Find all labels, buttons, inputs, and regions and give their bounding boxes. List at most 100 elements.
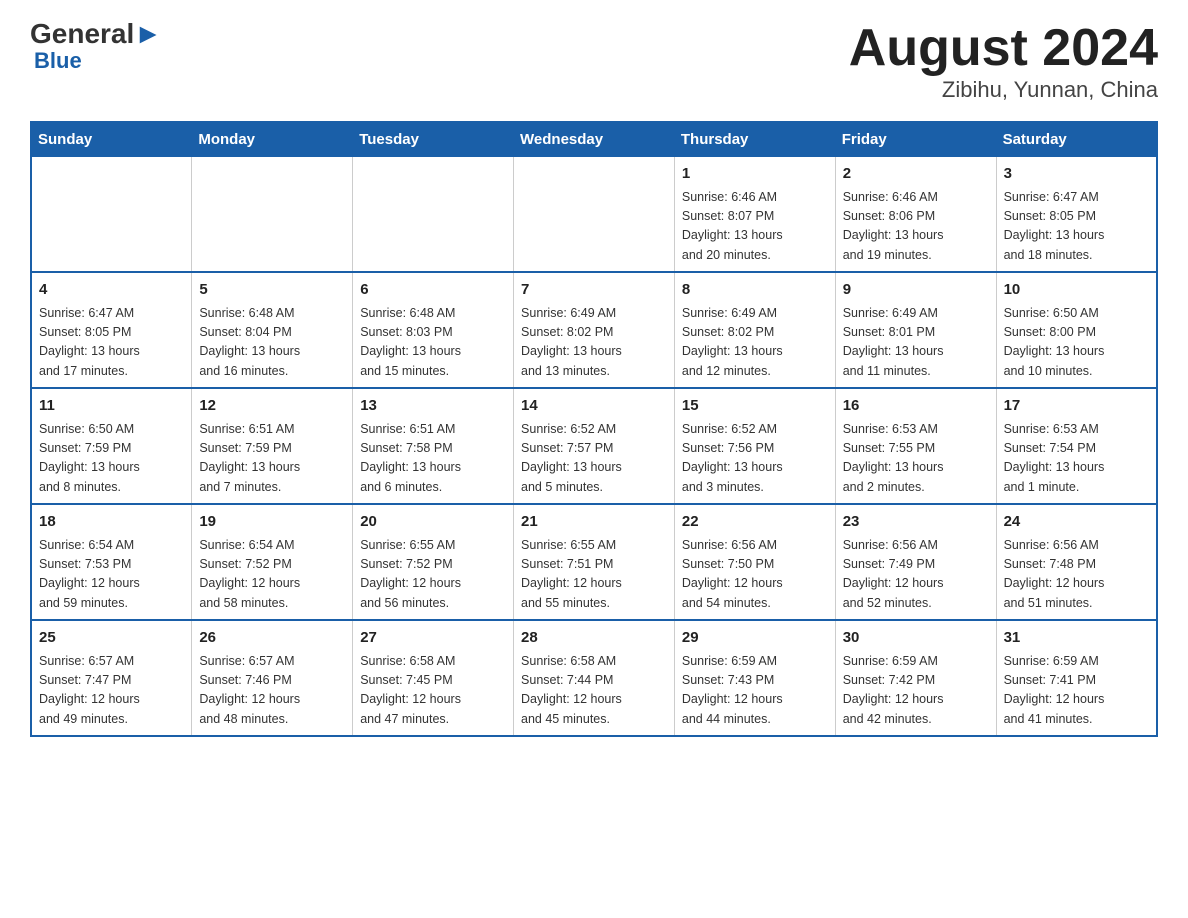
- day-info: Sunrise: 6:55 AMSunset: 7:52 PMDaylight:…: [360, 536, 506, 614]
- day-number: 8: [682, 279, 828, 302]
- calendar-cell: 3Sunrise: 6:47 AMSunset: 8:05 PMDaylight…: [996, 157, 1157, 273]
- day-number: 11: [39, 395, 184, 418]
- day-number: 25: [39, 627, 184, 650]
- calendar-cell: 21Sunrise: 6:55 AMSunset: 7:51 PMDayligh…: [514, 504, 675, 620]
- calendar-cell: 26Sunrise: 6:57 AMSunset: 7:46 PMDayligh…: [192, 620, 353, 736]
- day-info: Sunrise: 6:51 AMSunset: 7:58 PMDaylight:…: [360, 420, 506, 498]
- day-info: Sunrise: 6:58 AMSunset: 7:44 PMDaylight:…: [521, 652, 667, 730]
- day-number: 4: [39, 279, 184, 302]
- day-info: Sunrise: 6:46 AMSunset: 8:07 PMDaylight:…: [682, 188, 828, 266]
- day-info: Sunrise: 6:49 AMSunset: 8:02 PMDaylight:…: [521, 304, 667, 382]
- calendar-cell: 24Sunrise: 6:56 AMSunset: 7:48 PMDayligh…: [996, 504, 1157, 620]
- weekday-header: Monday: [192, 122, 353, 157]
- day-number: 24: [1004, 511, 1149, 534]
- day-number: 26: [199, 627, 345, 650]
- day-number: 30: [843, 627, 989, 650]
- day-info: Sunrise: 6:52 AMSunset: 7:56 PMDaylight:…: [682, 420, 828, 498]
- day-info: Sunrise: 6:51 AMSunset: 7:59 PMDaylight:…: [199, 420, 345, 498]
- day-info: Sunrise: 6:53 AMSunset: 7:54 PMDaylight:…: [1004, 420, 1149, 498]
- page-title: August 2024: [849, 20, 1158, 77]
- day-number: 20: [360, 511, 506, 534]
- day-number: 5: [199, 279, 345, 302]
- day-info: Sunrise: 6:57 AMSunset: 7:46 PMDaylight:…: [199, 652, 345, 730]
- day-info: Sunrise: 6:54 AMSunset: 7:53 PMDaylight:…: [39, 536, 184, 614]
- day-info: Sunrise: 6:59 AMSunset: 7:43 PMDaylight:…: [682, 652, 828, 730]
- weekday-header: Friday: [835, 122, 996, 157]
- calendar-cell: 12Sunrise: 6:51 AMSunset: 7:59 PMDayligh…: [192, 388, 353, 504]
- day-number: 1: [682, 163, 828, 186]
- calendar-cell: 8Sunrise: 6:49 AMSunset: 8:02 PMDaylight…: [674, 272, 835, 388]
- calendar-cell: 27Sunrise: 6:58 AMSunset: 7:45 PMDayligh…: [353, 620, 514, 736]
- calendar-cell: 9Sunrise: 6:49 AMSunset: 8:01 PMDaylight…: [835, 272, 996, 388]
- day-number: 9: [843, 279, 989, 302]
- day-number: 31: [1004, 627, 1149, 650]
- day-number: 21: [521, 511, 667, 534]
- day-info: Sunrise: 6:48 AMSunset: 8:04 PMDaylight:…: [199, 304, 345, 382]
- day-info: Sunrise: 6:57 AMSunset: 7:47 PMDaylight:…: [39, 652, 184, 730]
- calendar-table: SundayMondayTuesdayWednesdayThursdayFrid…: [30, 121, 1158, 737]
- calendar-cell: 19Sunrise: 6:54 AMSunset: 7:52 PMDayligh…: [192, 504, 353, 620]
- calendar-cell: [192, 157, 353, 273]
- day-info: Sunrise: 6:55 AMSunset: 7:51 PMDaylight:…: [521, 536, 667, 614]
- calendar-cell: 23Sunrise: 6:56 AMSunset: 7:49 PMDayligh…: [835, 504, 996, 620]
- day-info: Sunrise: 6:47 AMSunset: 8:05 PMDaylight:…: [1004, 188, 1149, 266]
- day-info: Sunrise: 6:49 AMSunset: 8:01 PMDaylight:…: [843, 304, 989, 382]
- day-number: 3: [1004, 163, 1149, 186]
- day-number: 7: [521, 279, 667, 302]
- calendar-cell: 13Sunrise: 6:51 AMSunset: 7:58 PMDayligh…: [353, 388, 514, 504]
- calendar-cell: 16Sunrise: 6:53 AMSunset: 7:55 PMDayligh…: [835, 388, 996, 504]
- day-info: Sunrise: 6:50 AMSunset: 7:59 PMDaylight:…: [39, 420, 184, 498]
- calendar-cell: 30Sunrise: 6:59 AMSunset: 7:42 PMDayligh…: [835, 620, 996, 736]
- calendar-cell: 17Sunrise: 6:53 AMSunset: 7:54 PMDayligh…: [996, 388, 1157, 504]
- day-info: Sunrise: 6:47 AMSunset: 8:05 PMDaylight:…: [39, 304, 184, 382]
- day-info: Sunrise: 6:50 AMSunset: 8:00 PMDaylight:…: [1004, 304, 1149, 382]
- calendar-cell: 22Sunrise: 6:56 AMSunset: 7:50 PMDayligh…: [674, 504, 835, 620]
- calendar-cell: 14Sunrise: 6:52 AMSunset: 7:57 PMDayligh…: [514, 388, 675, 504]
- calendar-week-row: 25Sunrise: 6:57 AMSunset: 7:47 PMDayligh…: [31, 620, 1157, 736]
- logo-general: General►: [30, 20, 162, 48]
- calendar-cell: [31, 157, 192, 273]
- day-info: Sunrise: 6:54 AMSunset: 7:52 PMDaylight:…: [199, 536, 345, 614]
- day-info: Sunrise: 6:56 AMSunset: 7:49 PMDaylight:…: [843, 536, 989, 614]
- logo-arrow: ►: [134, 20, 162, 48]
- calendar-cell: 2Sunrise: 6:46 AMSunset: 8:06 PMDaylight…: [835, 157, 996, 273]
- day-number: 22: [682, 511, 828, 534]
- day-info: Sunrise: 6:52 AMSunset: 7:57 PMDaylight:…: [521, 420, 667, 498]
- weekday-header: Tuesday: [353, 122, 514, 157]
- calendar-cell: 6Sunrise: 6:48 AMSunset: 8:03 PMDaylight…: [353, 272, 514, 388]
- day-info: Sunrise: 6:58 AMSunset: 7:45 PMDaylight:…: [360, 652, 506, 730]
- day-number: 19: [199, 511, 345, 534]
- logo: General► Blue: [30, 20, 162, 74]
- day-info: Sunrise: 6:59 AMSunset: 7:42 PMDaylight:…: [843, 652, 989, 730]
- page-subtitle: Zibihu, Yunnan, China: [849, 77, 1158, 103]
- day-number: 27: [360, 627, 506, 650]
- calendar-cell: [353, 157, 514, 273]
- day-number: 12: [199, 395, 345, 418]
- weekday-header: Saturday: [996, 122, 1157, 157]
- day-number: 2: [843, 163, 989, 186]
- day-info: Sunrise: 6:53 AMSunset: 7:55 PMDaylight:…: [843, 420, 989, 498]
- calendar-week-row: 18Sunrise: 6:54 AMSunset: 7:53 PMDayligh…: [31, 504, 1157, 620]
- weekday-header: Wednesday: [514, 122, 675, 157]
- calendar-week-row: 1Sunrise: 6:46 AMSunset: 8:07 PMDaylight…: [31, 157, 1157, 273]
- day-number: 28: [521, 627, 667, 650]
- calendar-cell: 1Sunrise: 6:46 AMSunset: 8:07 PMDaylight…: [674, 157, 835, 273]
- day-info: Sunrise: 6:49 AMSunset: 8:02 PMDaylight:…: [682, 304, 828, 382]
- day-info: Sunrise: 6:48 AMSunset: 8:03 PMDaylight:…: [360, 304, 506, 382]
- calendar-cell: 5Sunrise: 6:48 AMSunset: 8:04 PMDaylight…: [192, 272, 353, 388]
- day-info: Sunrise: 6:59 AMSunset: 7:41 PMDaylight:…: [1004, 652, 1149, 730]
- day-number: 16: [843, 395, 989, 418]
- day-info: Sunrise: 6:46 AMSunset: 8:06 PMDaylight:…: [843, 188, 989, 266]
- calendar-cell: 29Sunrise: 6:59 AMSunset: 7:43 PMDayligh…: [674, 620, 835, 736]
- calendar-cell: 18Sunrise: 6:54 AMSunset: 7:53 PMDayligh…: [31, 504, 192, 620]
- weekday-header: Thursday: [674, 122, 835, 157]
- day-number: 29: [682, 627, 828, 650]
- day-number: 18: [39, 511, 184, 534]
- calendar-cell: 15Sunrise: 6:52 AMSunset: 7:56 PMDayligh…: [674, 388, 835, 504]
- calendar-week-row: 11Sunrise: 6:50 AMSunset: 7:59 PMDayligh…: [31, 388, 1157, 504]
- calendar-cell: 11Sunrise: 6:50 AMSunset: 7:59 PMDayligh…: [31, 388, 192, 504]
- calendar-cell: 28Sunrise: 6:58 AMSunset: 7:44 PMDayligh…: [514, 620, 675, 736]
- day-number: 13: [360, 395, 506, 418]
- day-number: 6: [360, 279, 506, 302]
- calendar-cell: 31Sunrise: 6:59 AMSunset: 7:41 PMDayligh…: [996, 620, 1157, 736]
